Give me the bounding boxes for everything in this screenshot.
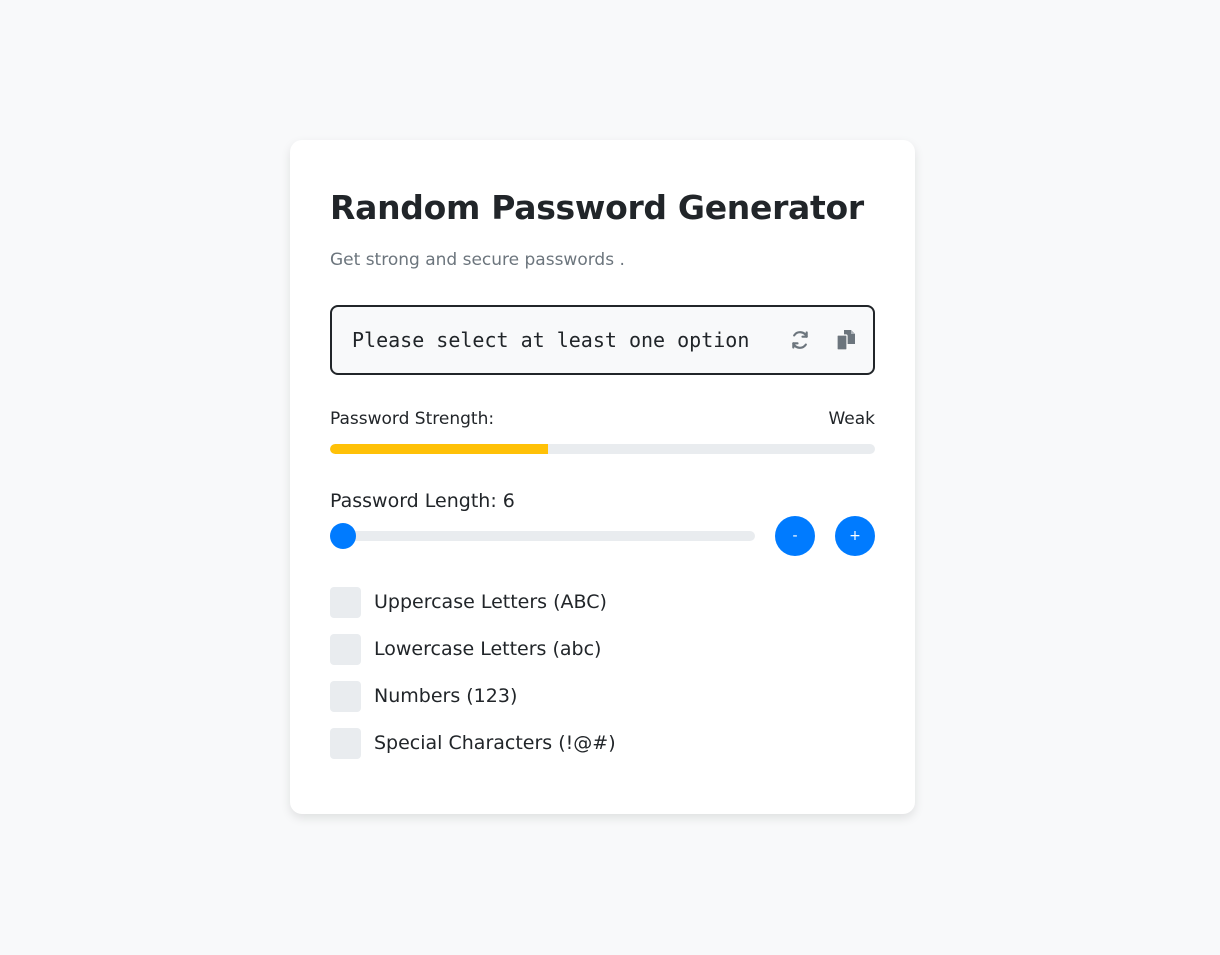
option-numbers[interactable]: Numbers (123) xyxy=(330,680,517,712)
option-label: Uppercase Letters (ABC) xyxy=(374,591,607,613)
lowercase-checkbox[interactable] xyxy=(330,633,361,665)
strength-label: Password Strength: xyxy=(330,409,495,429)
password-output-box: Please select at least one option xyxy=(330,305,875,375)
numbers-checkbox[interactable] xyxy=(330,680,361,712)
length-slider-thumb[interactable] xyxy=(330,523,356,549)
copy-icon[interactable] xyxy=(834,328,858,352)
option-uppercase[interactable]: Uppercase Letters (ABC) xyxy=(330,586,607,618)
password-output[interactable]: Please select at least one option xyxy=(352,328,749,352)
refresh-icon[interactable] xyxy=(788,328,812,352)
increase-length-button[interactable]: + xyxy=(835,516,875,556)
strength-meter-fill xyxy=(330,444,548,454)
password-generator-card: Random Password Generator Get strong and… xyxy=(290,140,915,814)
strength-value: Weak xyxy=(828,409,875,429)
page-title: Random Password Generator xyxy=(330,188,864,227)
decrease-length-button[interactable]: - xyxy=(775,516,815,556)
uppercase-checkbox[interactable] xyxy=(330,586,361,618)
option-lowercase[interactable]: Lowercase Letters (abc) xyxy=(330,633,601,665)
option-special[interactable]: Special Characters (!@#) xyxy=(330,727,616,759)
option-label: Lowercase Letters (abc) xyxy=(374,638,602,660)
length-label: Password Length: 6 xyxy=(330,490,515,512)
page-subtitle: Get strong and secure passwords . xyxy=(330,250,625,270)
strength-meter xyxy=(330,444,875,454)
option-label: Numbers (123) xyxy=(374,685,518,707)
length-slider[interactable] xyxy=(330,523,755,549)
option-label: Special Characters (!@#) xyxy=(374,732,616,754)
special-characters-checkbox[interactable] xyxy=(330,727,361,759)
